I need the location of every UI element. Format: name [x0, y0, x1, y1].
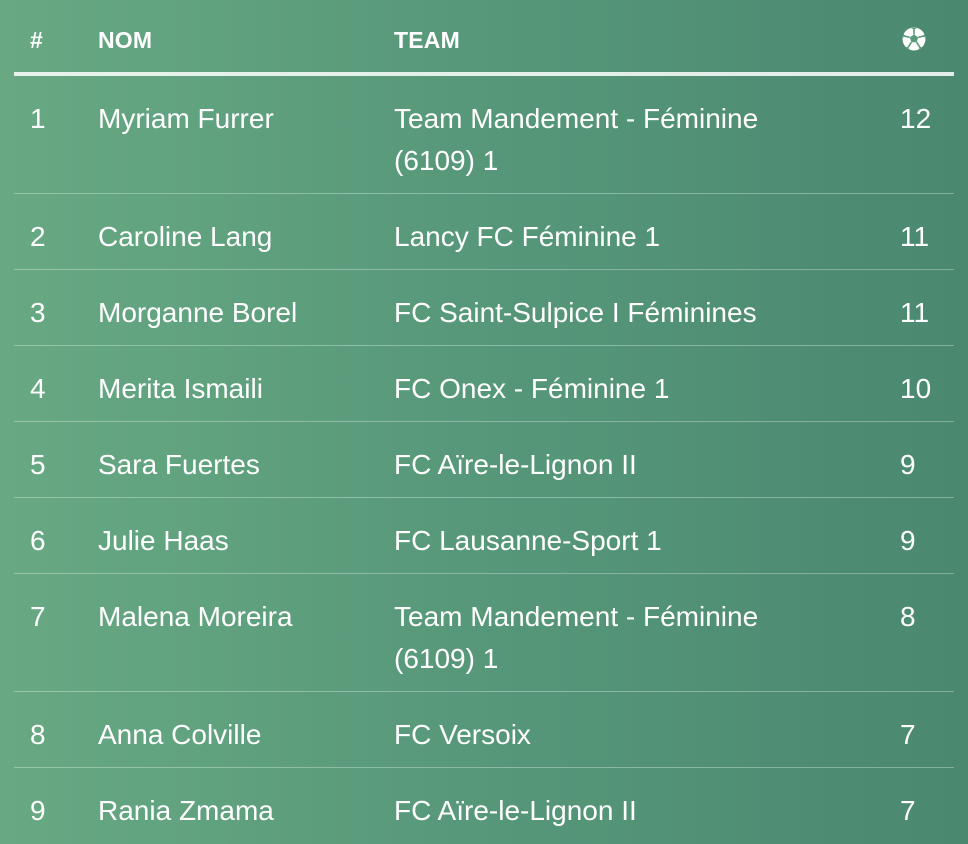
team-cell: Lancy FC Féminine 1	[394, 221, 661, 252]
rank-cell: 4	[30, 373, 46, 404]
rank-cell: 3	[30, 297, 46, 328]
table-header: # NOM TEAM	[14, 0, 954, 76]
team-cell: FC Aïre-le-Lignon II	[394, 449, 637, 480]
rank-cell: 5	[30, 449, 46, 480]
player-name-cell: Malena Moreira	[98, 601, 293, 632]
table-row: 4 Merita Ismaili FC Onex - Féminine 1 10	[14, 346, 954, 422]
team-cell: FC Lausanne-Sport 1	[394, 525, 662, 556]
goals-cell: 11	[900, 221, 930, 252]
goals-cell: 11	[900, 297, 930, 328]
rank-cell: 9	[30, 795, 46, 826]
team-cell: Team Mandement - Féminine (6109) 1	[394, 601, 759, 674]
rank-cell: 8	[30, 719, 46, 750]
player-name-cell: Anna Colville	[98, 719, 262, 750]
goals-cell: 7	[900, 795, 916, 826]
goals-cell: 9	[900, 525, 916, 556]
rank-cell: 1	[30, 103, 46, 134]
goals-cell: 10	[900, 373, 932, 404]
goals-cell: 12	[900, 103, 932, 134]
rank-cell: 6	[30, 525, 46, 556]
team-cell: FC Saint-Sulpice I Féminines	[394, 297, 757, 328]
table-row: 5 Sara Fuertes FC Aïre-le-Lignon II 9	[14, 422, 954, 498]
player-name-cell: Morganne Borel	[98, 297, 298, 328]
player-name-cell: Sara Fuertes	[98, 449, 260, 480]
goals-cell: 9	[900, 449, 916, 480]
table-row: 9 Rania Zmama FC Aïre-le-Lignon II 7	[14, 768, 954, 843]
team-cell: FC Onex - Féminine 1	[394, 373, 670, 404]
goals-cell: 7	[900, 719, 916, 750]
header-rank: #	[30, 27, 43, 53]
player-name-cell: Merita Ismaili	[98, 373, 263, 404]
table-row: 7 Malena Moreira Team Mandement - Féminine…	[14, 574, 954, 692]
player-name-cell: Myriam Furrer	[98, 103, 274, 134]
goals-cell: 8	[900, 601, 916, 632]
rank-cell: 7	[30, 601, 46, 632]
rank-cell: 2	[30, 221, 46, 252]
table-row: 1 Myriam Furrer Team Mandement - Féminine …	[14, 76, 954, 194]
player-name-cell: Caroline Lang	[98, 221, 273, 252]
player-name-cell: Julie Haas	[98, 525, 229, 556]
table-row: 3 Morganne Borel FC Saint-Sulpice I Fémini…	[14, 270, 954, 346]
team-cell: Team Mandement - Féminine (6109) 1	[394, 103, 759, 176]
table-row: 2 Caroline Lang Lancy FC Féminine 1 11	[14, 194, 954, 270]
header-team: TEAM	[394, 27, 460, 53]
soccer-ball-icon	[902, 27, 926, 51]
table-row: 8 Anna Colville FC Versoix 7	[14, 692, 954, 768]
player-name-cell: Rania Zmama	[98, 795, 274, 826]
header-name: NOM	[98, 27, 153, 53]
scorers-table: # NOM TEAM 1 Myriam Furrer Team Mandement …	[14, 0, 954, 843]
table-row: 6 Julie Haas FC Lausanne-Sport 1 9	[14, 498, 954, 574]
team-cell: FC Versoix	[394, 719, 531, 750]
team-cell: FC Aïre-le-Lignon II	[394, 795, 637, 826]
